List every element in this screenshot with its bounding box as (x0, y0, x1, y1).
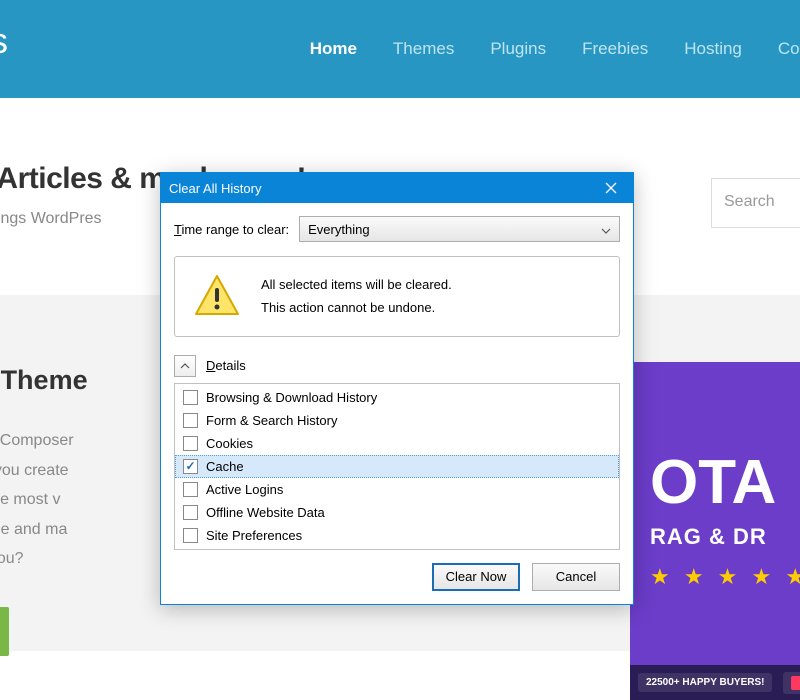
details-label: Details (206, 358, 246, 373)
nav-hosting[interactable]: Hosting (684, 39, 742, 59)
promo-footer: 22500+ HAPPY BUYERS! EASY TO CUSTOMIZE (630, 665, 800, 700)
item-label: Form & Search History (206, 413, 337, 428)
nav-freebies[interactable]: Freebies (582, 39, 648, 59)
promo-footer-left: 22500+ HAPPY BUYERS! (638, 673, 772, 692)
chevron-up-icon (180, 363, 190, 369)
time-range-select[interactable]: Everything (299, 216, 620, 242)
nav-themes[interactable]: Themes (393, 39, 454, 59)
dialog-footer: Clear Now Cancel (174, 563, 620, 591)
dialog-title: Clear All History (169, 181, 261, 196)
history-items-list: Browsing & Download History Form & Searc… (174, 383, 620, 550)
checkbox-form[interactable] (183, 413, 198, 428)
item-site-prefs[interactable]: Site Preferences (175, 524, 619, 547)
item-offline-data[interactable]: Offline Website Data (175, 501, 619, 524)
item-label: Cookies (206, 436, 253, 451)
promo-banner[interactable]: OTA RAG & DR ★ ★ ★ ★ ★ (630, 362, 800, 692)
warning-icon (193, 274, 241, 318)
checkbox-cache[interactable] (183, 459, 198, 474)
nav-plugins[interactable]: Plugins (490, 39, 546, 59)
nav-home[interactable]: Home (310, 39, 357, 59)
item-cookies[interactable]: Cookies (175, 432, 619, 455)
dialog-body: Time range to clear: Everything All sele… (161, 203, 633, 604)
warning-line2: This action cannot be undone. (261, 296, 452, 319)
item-label: Browsing & Download History (206, 390, 377, 405)
promo-footer-right: EASY TO CUSTOMIZE (783, 672, 800, 694)
promo-sub-text: RAG & DR (650, 524, 800, 550)
promo-big-text: OTA (650, 452, 800, 514)
warning-line1: All selected items will be cleared. (261, 273, 452, 296)
time-range-row: Time range to clear: Everything (174, 216, 620, 242)
item-label: Active Logins (206, 482, 283, 497)
checkbox-offline[interactable] (183, 505, 198, 520)
dialog-titlebar[interactable]: Clear All History (161, 173, 633, 203)
logo-fragment: s (0, 20, 8, 62)
warning-box: All selected items will be cleared. This… (174, 256, 620, 337)
promo-stars: ★ ★ ★ ★ ★ (650, 564, 800, 590)
search-input[interactable]: Search (711, 178, 800, 228)
chevron-down-icon (601, 222, 611, 237)
checkbox-browsing[interactable] (183, 390, 198, 405)
time-range-label: Time range to clear: (174, 222, 289, 237)
item-form-search-history[interactable]: Form & Search History (175, 409, 619, 432)
details-toggle[interactable] (174, 355, 196, 377)
cancel-button[interactable]: Cancel (532, 563, 620, 591)
checkbox-site-prefs[interactable] (183, 528, 198, 543)
close-icon (605, 182, 617, 194)
cta-button[interactable]: RE (0, 607, 9, 656)
item-browsing-download-history[interactable]: Browsing & Download History (175, 386, 619, 409)
close-button[interactable] (589, 173, 633, 203)
nav-coupons[interactable]: Coupo (778, 39, 800, 59)
time-range-value: Everything (308, 222, 369, 237)
warning-text: All selected items will be cleared. This… (261, 273, 452, 320)
item-active-logins[interactable]: Active Logins (175, 478, 619, 501)
elementor-icon (791, 676, 800, 690)
checkbox-cookies[interactable] (183, 436, 198, 451)
item-label: Site Preferences (206, 528, 302, 543)
item-label: Offline Website Data (206, 505, 325, 520)
details-row: Details (174, 355, 620, 377)
checkbox-active-logins[interactable] (183, 482, 198, 497)
site-header: s Home Themes Plugins Freebies Hosting C… (0, 0, 800, 98)
item-cache[interactable]: Cache (175, 455, 619, 478)
clear-history-dialog: Clear All History Time range to clear: E… (160, 172, 634, 605)
clear-now-button[interactable]: Clear Now (432, 563, 520, 591)
item-label: Cache (206, 459, 244, 474)
